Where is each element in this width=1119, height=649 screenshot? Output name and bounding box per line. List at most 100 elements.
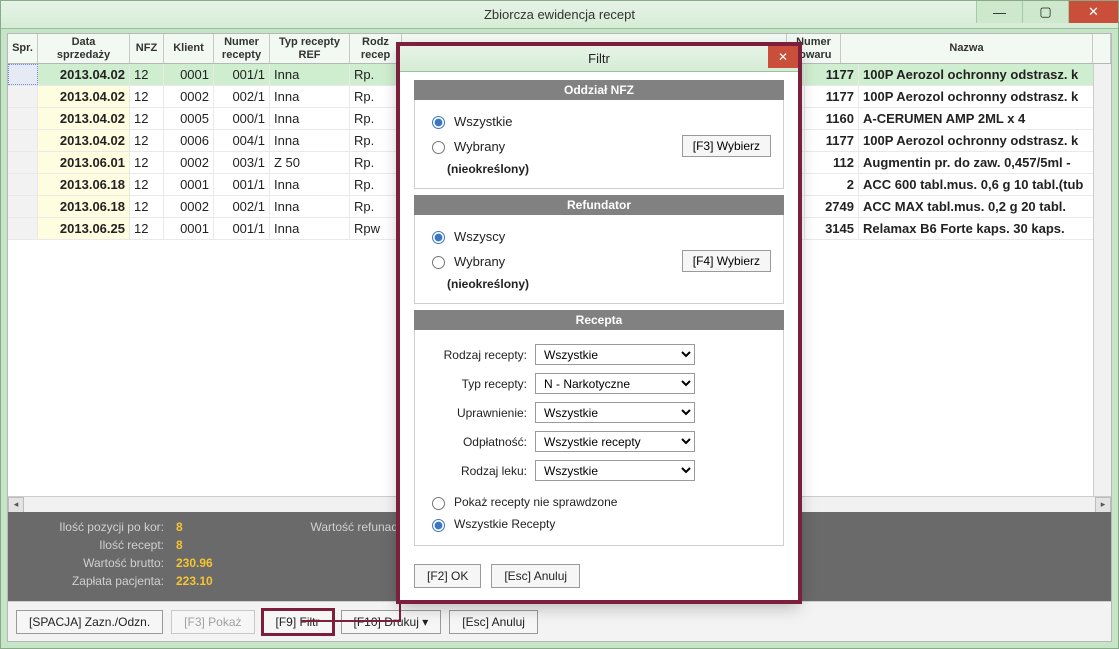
radio-ref-wybrany[interactable]: Wybrany [F4] Wybierz	[427, 247, 771, 275]
col-header-typ-recepty[interactable]: Typ recepty REF	[270, 34, 350, 63]
dialog-ok-button[interactable]: [F2] OK	[414, 564, 481, 588]
section-header-nfz: Oddział NFZ	[414, 80, 784, 100]
cell-typ: Inna	[270, 218, 350, 239]
col-header-nazwa[interactable]: Nazwa	[841, 34, 1093, 63]
cell-naz: ACC 600 tabl.mus. 0,6 g 10 tabl.(tub	[859, 174, 1111, 195]
cell-typ: Inna	[270, 64, 350, 85]
nfz-undefined-note: (nieokreślony)	[447, 160, 771, 178]
summary-zaplata-label: Zapłata pacjenta:	[20, 572, 170, 590]
minimize-button[interactable]: —	[976, 1, 1022, 23]
vertical-scrollbar[interactable]	[1093, 64, 1111, 496]
cell-naz: 100P Aerozol ochronny odstrasz. k	[859, 130, 1111, 151]
cell-dt: 2013.06.01	[38, 152, 130, 173]
cell-typ: Inna	[270, 196, 350, 217]
col-header-scrollbar-space	[1093, 34, 1111, 63]
row-odplatnosc: Odpłatność: Wszystkie recepty	[427, 427, 771, 456]
radio-niesprawdzone[interactable]: Pokaż recepty nie sprawdzone	[427, 491, 771, 513]
cell-nrt: 112	[805, 152, 859, 173]
radio-ref-wszyscy[interactable]: Wszyscy	[427, 225, 771, 247]
summary-table: Ilość pozycji po kor: 8 Wartość refunadc…	[20, 518, 454, 590]
esc-anuluj-button[interactable]: [Esc] Anuluj	[449, 610, 538, 634]
cell-rodz: Rp.	[350, 86, 402, 107]
radio-nfz-wybrany-input[interactable]	[432, 141, 445, 154]
row-rodzaj-leku: Rodzaj leku: Wszystkie	[427, 456, 771, 485]
radio-nfz-wszystkie-input[interactable]	[432, 116, 445, 129]
cell-spr	[8, 64, 38, 85]
close-button[interactable]: ✕	[1068, 1, 1118, 23]
filter-dialog: Filtr ✕ Oddział NFZ Wszystkie Wybrany [F…	[399, 45, 799, 601]
cell-rodz: Rpw	[350, 218, 402, 239]
cell-nfz: 12	[130, 108, 164, 129]
cell-nrt: 1160	[805, 108, 859, 129]
cell-kli: 0002	[164, 86, 214, 107]
select-odplatnosc[interactable]: Wszystkie recepty	[535, 431, 695, 452]
dialog-cancel-button[interactable]: [Esc] Anuluj	[491, 564, 580, 588]
col-header-numer-recepty[interactable]: Numer recepty	[214, 34, 270, 63]
radio-ref-wybrany-input[interactable]	[432, 256, 445, 269]
radio-wszystkie-recepty-input[interactable]	[432, 519, 445, 532]
cell-dt: 2013.04.02	[38, 108, 130, 129]
label-rodzaj-leku: Rodzaj leku:	[427, 464, 527, 478]
cell-nfz: 12	[130, 86, 164, 107]
select-typ-recepty[interactable]: N - Narkotyczne	[535, 373, 695, 394]
row-rodzaj-recepty: Rodzaj recepty: Wszystkie	[427, 340, 771, 369]
radio-niesprawdzone-input[interactable]	[432, 497, 445, 510]
ref-wybierz-button[interactable]: [F4] Wybierz	[682, 250, 771, 272]
radio-nfz-wybrany[interactable]: Wybrany [F3] Wybierz	[427, 132, 771, 160]
cell-typ: Inna	[270, 174, 350, 195]
cell-spr	[8, 130, 38, 151]
cell-nfz: 12	[130, 196, 164, 217]
dialog-close-button[interactable]: ✕	[768, 46, 798, 68]
radio-nfz-wszystkie[interactable]: Wszystkie	[427, 110, 771, 132]
cell-nrr: 000/1	[214, 108, 270, 129]
scroll-left-arrow[interactable]: ◂	[8, 497, 24, 513]
cell-spr	[8, 86, 38, 107]
dialog-body: Oddział NFZ Wszystkie Wybrany [F3] Wybie…	[400, 72, 798, 554]
cell-nrr: 001/1	[214, 64, 270, 85]
maximize-button[interactable]: ▢	[1022, 1, 1068, 23]
cell-naz: Relamax B6 Forte kaps. 30 kaps.	[859, 218, 1111, 239]
cell-nrr: 004/1	[214, 130, 270, 151]
col-header-spr[interactable]: Spr.	[8, 34, 38, 63]
summary-pozycji-label: Ilość pozycji po kor:	[20, 518, 170, 536]
cell-nfz: 12	[130, 152, 164, 173]
select-rodzaj-recepty[interactable]: Wszystkie	[535, 344, 695, 365]
nfz-wybierz-button[interactable]: [F3] Wybierz	[682, 135, 771, 157]
cell-dt: 2013.06.25	[38, 218, 130, 239]
cell-rodz: Rp.	[350, 130, 402, 151]
cell-nrr: 003/1	[214, 152, 270, 173]
row-typ-recepty: Typ recepty: N - Narkotyczne	[427, 369, 771, 398]
window-title: Zbiorcza ewidencja recept	[484, 7, 635, 22]
cell-nfz: 12	[130, 218, 164, 239]
cell-kli: 0006	[164, 130, 214, 151]
summary-refund-label: Wartość refunadcji:	[219, 518, 419, 536]
radio-nfz-wybrany-label: Wybrany	[454, 139, 505, 154]
section-body-nfz: Wszystkie Wybrany [F3] Wybierz (nieokreś…	[414, 100, 784, 189]
cell-rodz: Rp.	[350, 196, 402, 217]
cell-kli: 0002	[164, 152, 214, 173]
radio-wszystkie-recepty[interactable]: Wszystkie Recepty	[427, 513, 771, 535]
select-uprawnienie[interactable]: Wszystkie	[535, 402, 695, 423]
cell-dt: 2013.04.02	[38, 86, 130, 107]
cell-spr	[8, 196, 38, 217]
section-body-recepta: Rodzaj recepty: Wszystkie Typ recepty: N…	[414, 330, 784, 546]
cell-nrt: 3145	[805, 218, 859, 239]
spacja-button[interactable]: [SPACJA] Zazn./Odzn.	[16, 610, 163, 634]
col-header-nfz[interactable]: NFZ	[130, 34, 164, 63]
cell-typ: Inna	[270, 108, 350, 129]
radio-ref-wszyscy-input[interactable]	[432, 231, 445, 244]
scroll-right-arrow[interactable]: ▸	[1095, 497, 1111, 513]
col-header-data-sprzedazy[interactable]: Data sprzedaży	[38, 34, 130, 63]
cell-nrr: 002/1	[214, 86, 270, 107]
select-rodzaj-leku[interactable]: Wszystkie	[535, 460, 695, 481]
title-bar: Zbiorcza ewidencja recept — ▢ ✕	[1, 1, 1118, 29]
cell-typ: Z 50	[270, 152, 350, 173]
cell-nrt: 1177	[805, 64, 859, 85]
col-header-rodzaj-recepty[interactable]: Rodz recep	[350, 34, 402, 63]
dialog-title: Filtr	[588, 51, 610, 66]
cell-spr	[8, 174, 38, 195]
cell-typ: Inna	[270, 130, 350, 151]
radio-ref-wszyscy-label: Wszyscy	[454, 229, 505, 244]
cell-spr	[8, 108, 38, 129]
col-header-klient[interactable]: Klient	[164, 34, 214, 63]
